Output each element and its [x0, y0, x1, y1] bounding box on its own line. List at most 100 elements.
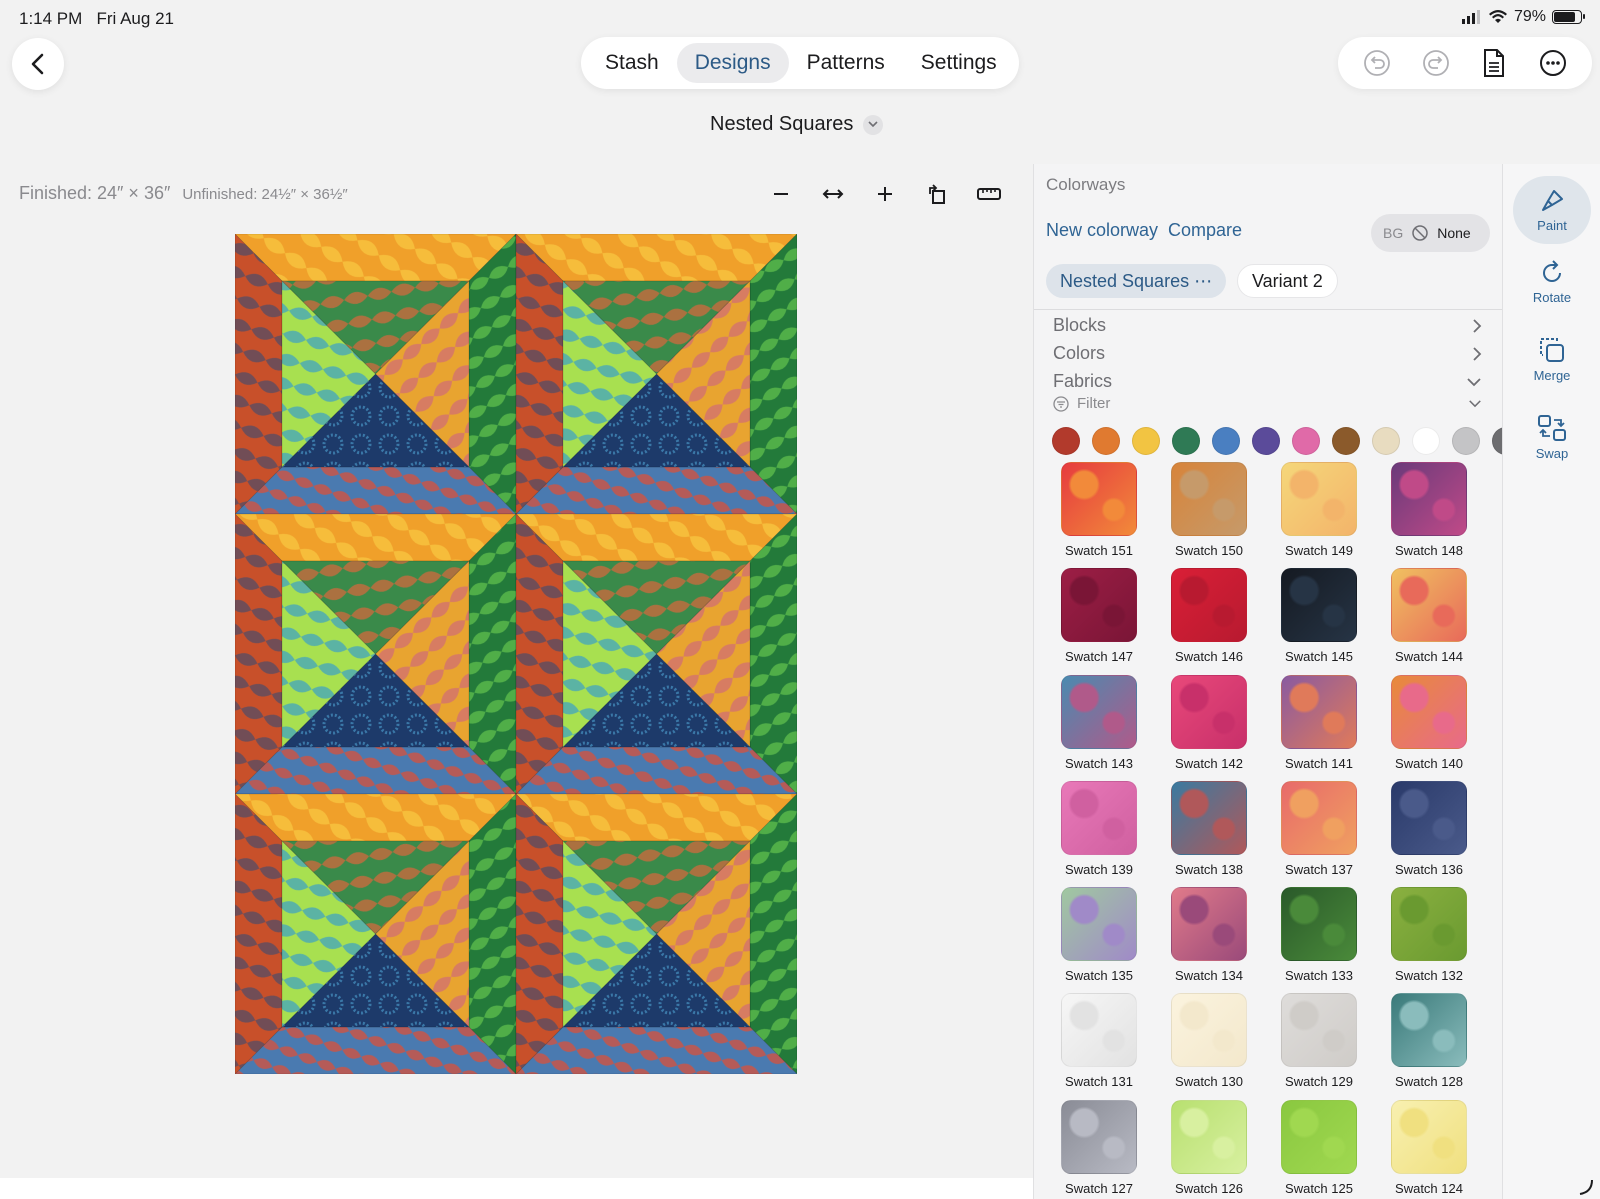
- fabric-swatch[interactable]: Swatch 147: [1044, 568, 1154, 666]
- colorway-chip-variant-2[interactable]: Variant 2: [1237, 264, 1338, 298]
- design-title-menu[interactable]: Nested Squares: [710, 113, 884, 136]
- swatch-image: [1281, 1099, 1357, 1174]
- quilt-border-top[interactable]: [515, 234, 797, 282]
- color-filter-dot[interactable]: [1492, 427, 1502, 455]
- more-button[interactable]: [1535, 45, 1571, 81]
- design-title: Nested Squares: [710, 113, 854, 135]
- document-button[interactable]: [1476, 45, 1512, 81]
- fabric-swatch[interactable]: Swatch 144: [1374, 568, 1484, 666]
- tab-designs[interactable]: Designs: [676, 43, 789, 83]
- fabric-swatch[interactable]: Swatch 148: [1374, 462, 1484, 560]
- color-filter-dot[interactable]: [1172, 427, 1200, 455]
- fabric-swatch[interactable]: Swatch 131: [1044, 993, 1154, 1091]
- quilt-border-bottom[interactable]: [515, 1026, 797, 1074]
- tab-settings[interactable]: Settings: [903, 43, 1015, 83]
- fabric-swatch[interactable]: Swatch 124: [1374, 1099, 1484, 1198]
- quilt-border-top[interactable]: [235, 793, 517, 842]
- color-filter-dot[interactable]: [1292, 427, 1320, 455]
- quilt-border-top[interactable]: [515, 513, 797, 562]
- fabric-swatch[interactable]: Swatch 149: [1264, 462, 1374, 560]
- quilt-border-right[interactable]: [468, 513, 517, 795]
- fabric-swatch[interactable]: Swatch 136: [1374, 780, 1484, 879]
- quilt-border-top[interactable]: [515, 793, 797, 842]
- fabric-swatch[interactable]: Swatch 126: [1154, 1099, 1264, 1198]
- fit-width-button[interactable]: [814, 176, 852, 212]
- fabric-swatch[interactable]: Swatch 141: [1264, 674, 1374, 773]
- quilt-design-canvas[interactable]: [235, 234, 797, 1074]
- fabric-swatch[interactable]: Swatch 138: [1154, 780, 1264, 879]
- color-filter-dot[interactable]: [1412, 427, 1440, 455]
- fabric-swatch[interactable]: Swatch 125: [1264, 1099, 1374, 1198]
- fabrics-section[interactable]: Fabrics: [1053, 371, 1482, 392]
- fabric-swatch[interactable]: Swatch 137: [1264, 780, 1374, 879]
- quilt-border-right[interactable]: [468, 234, 517, 515]
- fabric-swatch[interactable]: Swatch 140: [1374, 674, 1484, 773]
- fabric-swatch[interactable]: Swatch 146: [1154, 568, 1264, 666]
- new-colorway-link[interactable]: New colorway: [1046, 220, 1158, 241]
- quilt-border-bottom[interactable]: [515, 466, 797, 515]
- compare-link[interactable]: Compare: [1168, 220, 1242, 241]
- color-filter-dot[interactable]: [1212, 427, 1240, 455]
- colorway-chip-nested-squares[interactable]: Nested Squares ⋯: [1046, 264, 1227, 298]
- fabric-swatch[interactable]: Swatch 139: [1044, 780, 1154, 879]
- fabric-filter[interactable]: Filter: [1053, 395, 1482, 412]
- quilt-border-left[interactable]: [515, 513, 564, 795]
- fabric-swatch[interactable]: Swatch 143: [1044, 674, 1154, 773]
- blocks-section[interactable]: Blocks: [1053, 315, 1482, 336]
- fabric-swatch[interactable]: Swatch 134: [1154, 887, 1264, 985]
- background-selector[interactable]: BG None: [1371, 214, 1490, 252]
- fabric-swatch[interactable]: Swatch 145: [1264, 568, 1374, 666]
- quilt-border-right[interactable]: [468, 793, 517, 1074]
- quilt-border-left[interactable]: [515, 793, 564, 1074]
- fabric-swatch[interactable]: Swatch 135: [1044, 887, 1154, 985]
- swatch-label: Swatch 148: [1395, 543, 1463, 558]
- quilt-border-right[interactable]: [749, 513, 797, 795]
- swatch-label: Swatch 141: [1285, 755, 1353, 771]
- color-filter-dot[interactable]: [1092, 427, 1120, 455]
- rotate-canvas-button[interactable]: [918, 176, 956, 212]
- quilt-border-left[interactable]: [515, 234, 564, 515]
- quilt-border-right[interactable]: [749, 793, 797, 1074]
- rotate-tool[interactable]: Rotate: [1513, 260, 1591, 305]
- redo-button[interactable]: [1418, 45, 1454, 81]
- fabric-swatch[interactable]: Swatch 150: [1154, 462, 1264, 560]
- quilt-border-bottom[interactable]: [235, 746, 517, 795]
- quilt-border-left[interactable]: [235, 513, 283, 795]
- color-filter-dot[interactable]: [1452, 427, 1480, 455]
- color-filter-dot[interactable]: [1252, 427, 1280, 455]
- fabric-swatch[interactable]: Swatch 128: [1374, 993, 1484, 1091]
- quilt-border-bottom[interactable]: [515, 746, 797, 795]
- color-filter-dot[interactable]: [1052, 427, 1080, 455]
- quilt-border-left[interactable]: [235, 793, 283, 1074]
- zoom-in-button[interactable]: [866, 176, 904, 212]
- status-time: 1:14 PM Fri Aug 21: [19, 9, 174, 29]
- swap-tool[interactable]: Swap: [1513, 414, 1591, 461]
- quilt-border-left[interactable]: [235, 234, 283, 515]
- quilt-border-bottom[interactable]: [235, 466, 517, 515]
- color-filter-dot[interactable]: [1132, 427, 1160, 455]
- back-button[interactable]: [12, 38, 64, 90]
- quilt-border-bottom[interactable]: [235, 1026, 517, 1074]
- fabric-swatch[interactable]: Swatch 130: [1154, 993, 1264, 1091]
- ruler-button[interactable]: [970, 176, 1008, 212]
- quilt-border-top[interactable]: [235, 234, 517, 282]
- color-filter-dot[interactable]: [1332, 427, 1360, 455]
- fabric-swatch[interactable]: Swatch 129: [1264, 993, 1374, 1091]
- merge-tool[interactable]: Merge: [1513, 336, 1591, 383]
- zoom-out-button[interactable]: [762, 176, 800, 212]
- fabric-swatch[interactable]: Swatch 132: [1374, 887, 1484, 985]
- fabric-swatch[interactable]: Swatch 127: [1044, 1099, 1154, 1198]
- tab-stash[interactable]: Stash: [587, 43, 677, 83]
- quilt-border-right[interactable]: [749, 234, 797, 515]
- status-indicators: 79%: [1461, 8, 1585, 26]
- resize-handle-icon[interactable]: [1576, 1178, 1594, 1196]
- paint-tool[interactable]: Paint: [1513, 176, 1591, 244]
- quilt-border-top[interactable]: [235, 513, 517, 562]
- fabric-swatch[interactable]: Swatch 151: [1044, 462, 1154, 560]
- tab-patterns[interactable]: Patterns: [789, 43, 903, 83]
- colors-section[interactable]: Colors: [1053, 343, 1482, 364]
- color-filter-dot[interactable]: [1372, 427, 1400, 455]
- fabric-swatch[interactable]: Swatch 142: [1154, 674, 1264, 773]
- fabric-swatch[interactable]: Swatch 133: [1264, 887, 1374, 985]
- undo-button[interactable]: [1359, 45, 1395, 81]
